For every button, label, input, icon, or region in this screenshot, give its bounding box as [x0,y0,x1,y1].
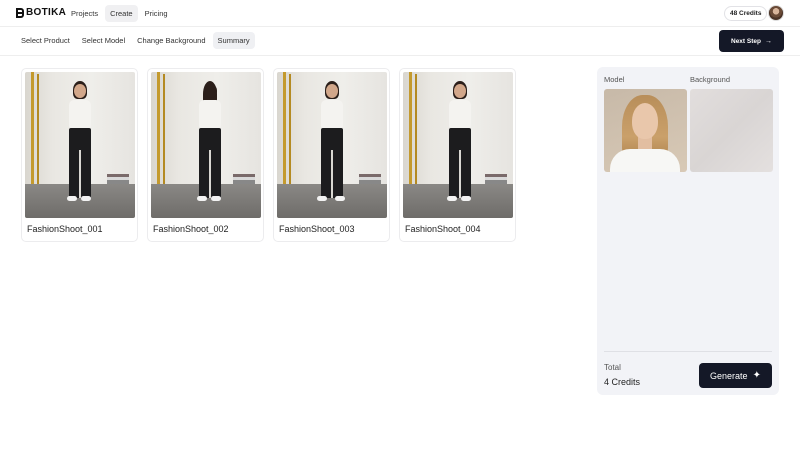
shoot-photo [151,72,261,218]
total-value: 4 Credits [604,377,641,387]
step-change-background[interactable]: Change Background [132,32,210,49]
selected-background-image[interactable] [690,89,773,172]
sparkle-icon: ✦ [752,370,761,381]
generate-label: Generate [710,370,748,381]
model-label: Model [604,75,625,84]
top-bar: BOTIKA Projects Create Pricing 48 Credit… [0,0,800,27]
shoot-card[interactable]: FashionShoot_004 [399,68,516,242]
generate-button[interactable]: Generate ✦ [699,363,772,388]
selected-model-image[interactable] [604,89,687,172]
shoot-photo [403,72,513,218]
shoot-card[interactable]: FashionShoot_003 [273,68,390,242]
shoot-card[interactable]: FashionShoot_001 [21,68,138,242]
wizard-steps: Select Product Select Model Change Backg… [16,32,255,49]
shoot-photo [25,72,135,218]
logo[interactable]: BOTIKA [16,7,66,18]
avatar[interactable] [768,5,784,21]
step-summary[interactable]: Summary [212,32,255,49]
background-label: Background [690,75,731,84]
steps-bar: Select Product Select Model Change Backg… [0,27,800,56]
logo-text: BOTIKA [26,7,67,18]
shoot-title: FashionShoot_001 [27,224,103,234]
shoot-photo [277,72,387,218]
shoot-title: FashionShoot_003 [279,224,355,234]
nav-pricing[interactable]: Pricing [140,5,173,22]
next-step-label: Next Step [731,37,761,45]
arrow-right-icon: → [764,37,772,45]
shoot-title: FashionShoot_002 [153,224,229,234]
main-nav: Projects Create Pricing [66,5,173,22]
step-select-model[interactable]: Select Model [77,32,130,49]
nav-projects[interactable]: Projects [66,5,103,22]
logo-icon [16,7,24,18]
step-select-product[interactable]: Select Product [16,32,75,49]
shoot-title: FashionShoot_004 [405,224,481,234]
panel-divider [604,351,772,352]
shoot-card[interactable]: FashionShoot_002 [147,68,264,242]
credits-badge[interactable]: 48 Credits [724,6,768,21]
next-step-button[interactable]: Next Step → [719,30,784,52]
summary-panel: Model Background Total 4 Credits Generat… [597,67,779,395]
total-label: Total [604,363,621,372]
nav-create[interactable]: Create [105,5,138,22]
